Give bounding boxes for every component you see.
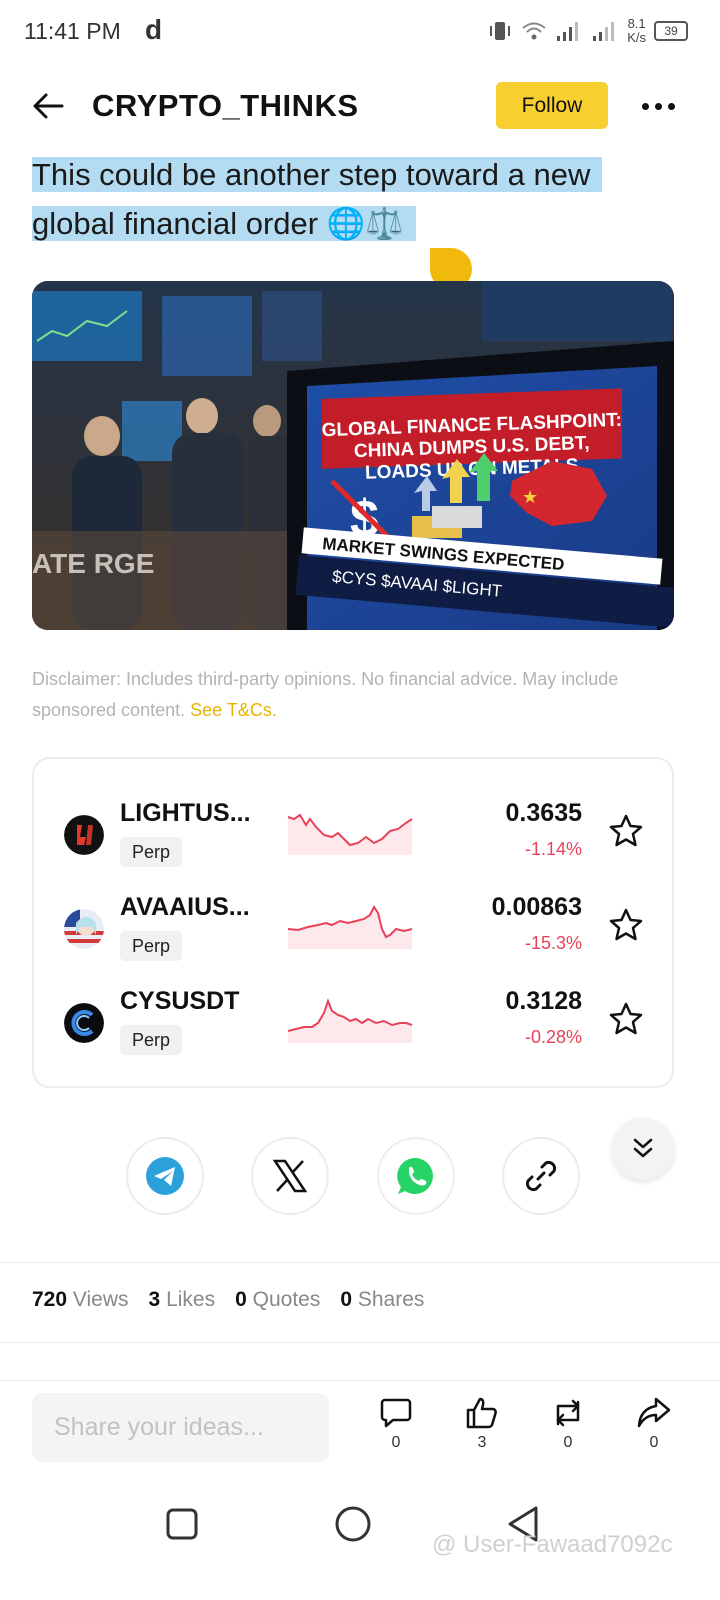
cys-coin-icon — [64, 1003, 104, 1043]
status-icons: 8.1 K/s 39 — [487, 14, 688, 48]
copy-link-button[interactable] — [502, 1137, 580, 1215]
whatsapp-icon — [397, 1157, 433, 1194]
market-symbol: AVAAIUS... — [120, 893, 250, 921]
perp-badge: Perp — [120, 1025, 182, 1055]
like-count: 3 — [477, 1434, 487, 1451]
dot-icon — [667, 102, 675, 110]
shares-count: 0 — [340, 1288, 353, 1311]
quotes-count: 0 — [235, 1288, 247, 1311]
chevron-double-down-icon — [633, 1138, 653, 1158]
quotes-label: Quotes — [252, 1288, 321, 1311]
post-text[interactable]: This could be another step toward a new … — [32, 150, 672, 248]
star-graphic: ★ — [522, 487, 538, 508]
shares-stat[interactable]: 0 Shares — [340, 1288, 424, 1312]
share-count: 0 — [649, 1434, 659, 1451]
collapse-button[interactable] — [612, 1118, 674, 1180]
related-markets-card: LIGHTUS... Perp 0.3635 -1.14% AVAAIUS...… — [32, 757, 674, 1088]
market-row[interactable]: CYSUSDT Perp 0.3128 -0.28% — [34, 987, 676, 1077]
post-stats: 720 Views 3 Likes 0 Quotes 0 Shares — [32, 1288, 424, 1312]
avaai-coin-icon — [64, 909, 104, 949]
market-price: 0.3128 — [505, 987, 582, 1015]
market-row[interactable]: AVAAIUS... Perp 0.00863 -15.3% — [34, 893, 676, 983]
disclaimer: Disclaimer: Includes third-party opinion… — [32, 664, 682, 726]
comment-button[interactable]: 0 — [366, 1396, 426, 1460]
market-change: -0.28% — [524, 1027, 582, 1047]
price-sparkline — [287, 998, 413, 1043]
star-icon[interactable] — [608, 907, 644, 943]
price-sparkline — [287, 813, 413, 855]
market-row[interactable]: LIGHTUS... Perp 0.3635 -1.14% — [34, 799, 676, 889]
status-time: 11:41 PM — [24, 18, 121, 44]
more-options-button[interactable] — [634, 88, 682, 124]
star-icon[interactable] — [608, 813, 644, 849]
status-bar: 11:41 PM d 8.1 K/s 39 — [0, 0, 720, 64]
dot-icon — [654, 102, 662, 110]
disclaimer-text: Disclaimer: Includes third-party opinion… — [32, 669, 619, 720]
post-header: CRYPTO_THINKS Follow — [0, 74, 720, 138]
likes-label: Likes — [166, 1288, 216, 1311]
views-stat: 720 Views — [32, 1288, 129, 1312]
shares-label: Shares — [357, 1288, 425, 1311]
x-logo-icon — [272, 1159, 308, 1193]
follow-button[interactable]: Follow — [496, 82, 608, 129]
reply-input[interactable] — [32, 1393, 329, 1462]
author-name[interactable]: CRYPTO_THINKS — [92, 88, 359, 124]
market-price: 0.3635 — [505, 799, 582, 827]
views-count: 720 — [32, 1288, 68, 1311]
market-change: -1.14% — [524, 839, 582, 859]
quotes-stat[interactable]: 0 Quotes — [235, 1288, 320, 1312]
market-symbol: CYSUSDT — [120, 987, 240, 1015]
star-icon[interactable] — [608, 1001, 644, 1037]
market-symbol: LIGHTUS... — [120, 799, 251, 827]
telegram-icon — [146, 1157, 184, 1195]
repost-icon — [556, 1399, 580, 1427]
network-speed: 8.1 K/s — [627, 17, 646, 45]
light-coin-icon — [64, 815, 104, 855]
likes-count: 3 — [148, 1288, 161, 1311]
wall-text: ATE RGE — [32, 548, 154, 579]
link-icon — [525, 1160, 557, 1192]
home-button[interactable] — [329, 1500, 377, 1548]
signal-icon — [557, 22, 579, 41]
comment-icon — [380, 1398, 412, 1428]
post-image[interactable]: ATE RGE GLOBAL FINANCE FLASHPOINT: CHINA… — [32, 281, 674, 630]
repost-count: 0 — [563, 1434, 573, 1451]
wifi-icon — [522, 22, 546, 40]
share-button[interactable]: 0 — [624, 1396, 684, 1460]
comment-count: 0 — [391, 1434, 401, 1451]
recent-apps-button[interactable] — [158, 1500, 206, 1548]
perp-badge: Perp — [120, 931, 182, 961]
share-arrow-icon — [637, 1397, 671, 1428]
likes-stat[interactable]: 3 Likes — [149, 1288, 216, 1312]
battery-icon: 39 — [654, 21, 688, 41]
watermark: @ User-Fawaad7092c — [432, 1531, 673, 1558]
price-sparkline — [287, 905, 413, 949]
share-whatsapp-button[interactable] — [377, 1137, 455, 1215]
app-notification-icon: d — [145, 14, 163, 45]
post-text-selected: This could be another step toward a new … — [32, 157, 603, 241]
terms-link[interactable]: See T&Cs. — [190, 700, 277, 720]
like-button[interactable]: 3 — [452, 1396, 512, 1460]
views-label: Views — [72, 1288, 129, 1311]
news-image-illustration: ATE RGE GLOBAL FINANCE FLASHPOINT: CHINA… — [32, 281, 674, 630]
back-button[interactable] — [28, 86, 68, 126]
share-x-button[interactable] — [251, 1137, 329, 1215]
signal-icon-2 — [593, 22, 615, 41]
perp-badge: Perp — [120, 837, 182, 867]
share-telegram-button[interactable] — [126, 1137, 204, 1215]
vibrate-icon — [490, 22, 511, 40]
arrow-left-icon — [33, 93, 64, 119]
network-speed-value: 8.1 — [627, 16, 646, 31]
repost-button[interactable]: 0 — [538, 1396, 598, 1460]
market-change: -15.3% — [524, 933, 582, 953]
divider — [0, 1342, 720, 1343]
thumbs-up-icon — [466, 1397, 497, 1429]
divider — [0, 1380, 720, 1381]
network-speed-unit: K/s — [627, 30, 646, 45]
divider — [0, 1262, 720, 1263]
market-price: 0.00863 — [491, 893, 582, 921]
dot-icon — [641, 102, 649, 110]
